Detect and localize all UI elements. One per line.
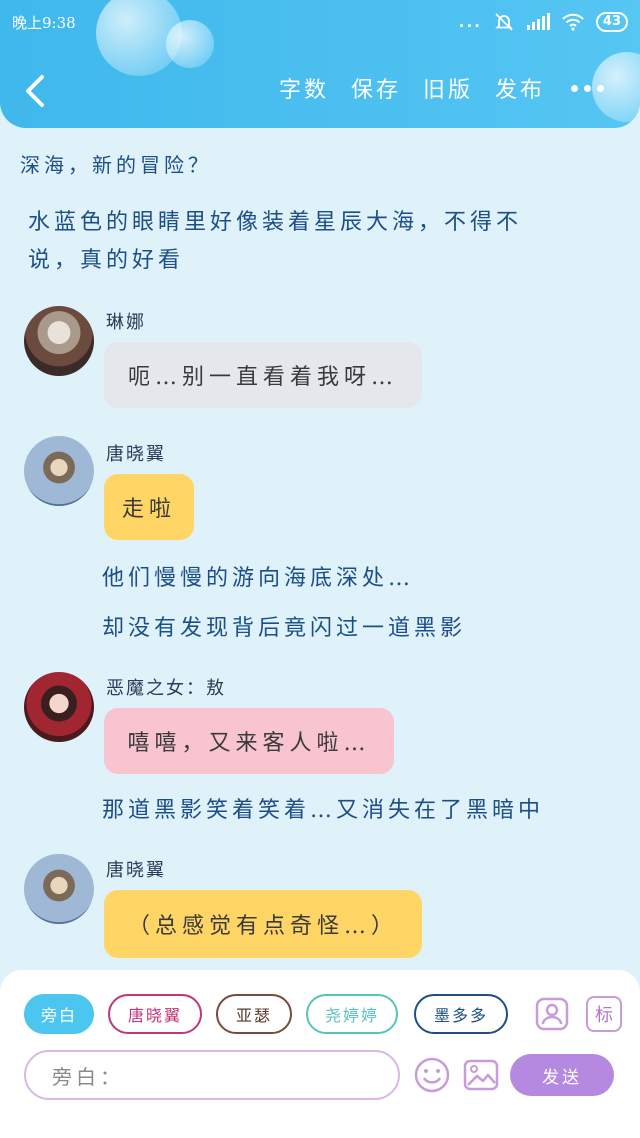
status-icons: ... 43 [459,12,628,32]
image-icon[interactable] [462,1056,500,1094]
avatar-demon-daughter[interactable] [24,672,94,742]
status-bar: 晚上9:38 ... 43 [0,0,640,44]
signal-dots: ... [458,13,482,31]
sender-name: 唐晓翼 [106,444,166,465]
sender-name: 唐晓翼 [106,860,166,881]
avatar-tang-xiaoyi[interactable] [24,436,94,506]
composer-panel: 旁白 唐晓翼 亚瑟 尧婷婷 墨多多 标 旁白： 发送 [0,970,640,1138]
send-button[interactable]: 发送 [510,1054,614,1096]
person-card-icon[interactable] [534,996,570,1032]
narration-text: 他们慢慢的游向海底深处… [102,566,415,591]
message-bubble: （总感觉有点奇怪…） [104,890,422,958]
chevron-left-icon[interactable] [22,74,52,108]
message-bubble: 走啦 [104,474,194,540]
save-button[interactable]: 保存 [351,72,401,104]
old-version-button[interactable]: 旧版 [423,72,473,104]
narration-text: 水蓝色的眼睛里好像装着星辰大海，不得不 说，真的好看 [28,204,522,280]
publish-button[interactable]: 发布 [495,72,545,104]
nav-actions: 字数 保存 旧版 发布 [279,72,604,104]
avatar-tang-xiaoyi[interactable] [24,854,94,924]
nav-bar: 字数 保存 旧版 发布 [0,62,640,118]
avatar-lina[interactable] [24,306,94,376]
tag-button[interactable]: 标 [586,996,622,1032]
role-chip-yao-tingting[interactable]: 尧婷婷 [306,994,398,1034]
battery-indicator: 43 [595,12,628,32]
message-input[interactable]: 旁白： [24,1050,400,1100]
narration-text: 深海，新的冒险？ [20,153,212,177]
narration-text: 那道黑影笑着笑着…又消失在了黑暗中 [102,798,545,823]
narration-line: 水蓝色的眼睛里好像装着星辰大海，不得不 [28,210,523,235]
wifi-icon [562,13,584,31]
narration-line: 说，真的好看 [28,248,185,273]
more-horizontal-icon[interactable] [571,84,604,92]
bell-muted-icon [495,13,513,31]
sender-name: 恶魔之女：敖 [106,678,226,699]
role-chip-arthur[interactable]: 亚瑟 [216,994,292,1034]
message-bubble: 嘻嘻，又来客人啦… [104,708,394,774]
narration-text: 却没有发现背后竟闪过一道黑影 [102,616,467,641]
sender-name: 琳娜 [106,312,146,333]
tag-label: 标 [595,1005,613,1026]
role-chip-tang-xiaoyi[interactable]: 唐晓翼 [108,994,202,1034]
top-header: 晚上9:38 ... 43 字数 保存 旧版 发布 [0,0,640,128]
message-bubble: 呃…别一直看着我呀… [104,342,422,408]
smiley-icon[interactable] [413,1056,451,1094]
word-count-button[interactable]: 字数 [279,72,329,104]
status-time: 晚上9:38 [12,13,76,32]
chat-area[interactable]: 深海，新的冒险？ 水蓝色的眼睛里好像装着星辰大海，不得不 说，真的好看 琳娜 呃… [0,128,640,970]
role-chip-mo-duoduo[interactable]: 墨多多 [414,994,508,1034]
cellular-signal-icon [526,13,550,30]
role-chip-narrator[interactable]: 旁白 [24,994,94,1034]
